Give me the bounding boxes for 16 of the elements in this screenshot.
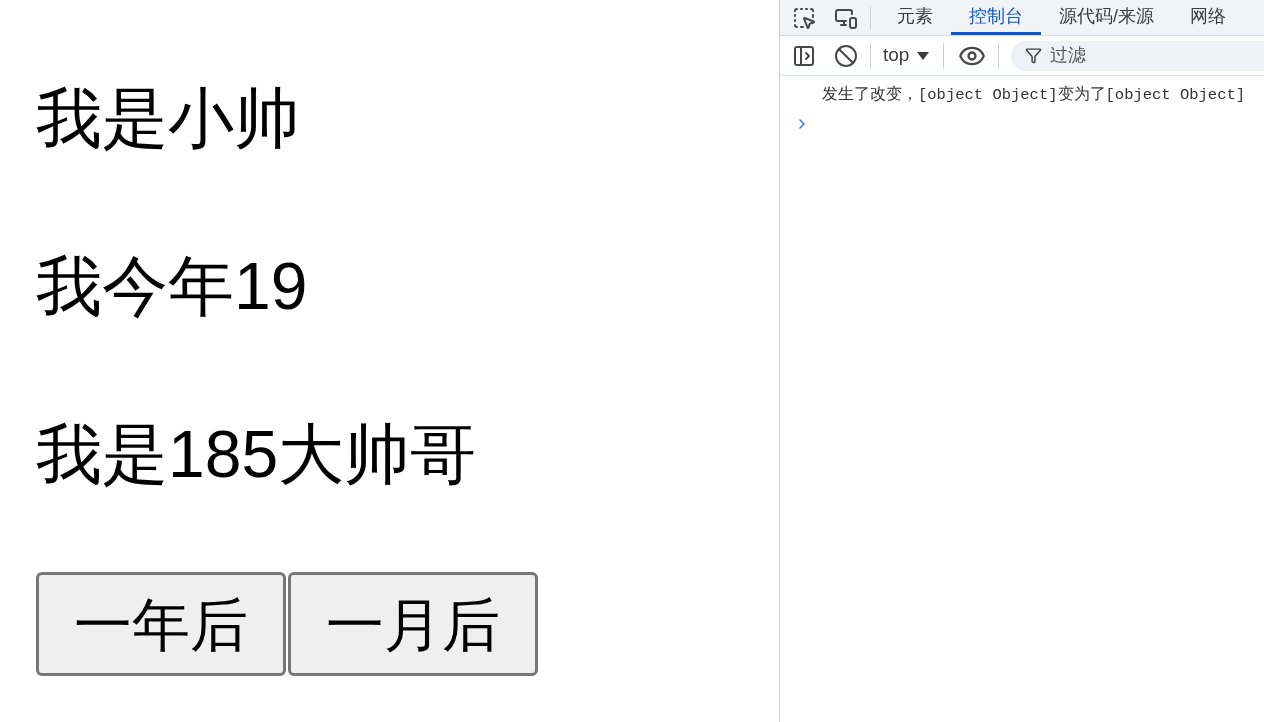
clear-console-icon[interactable] [834, 43, 858, 68]
sidebar-toggle-icon[interactable] [792, 43, 816, 68]
page-button[interactable]: 一月后 [288, 572, 538, 676]
devtools-tab[interactable]: 元素 [879, 0, 951, 35]
page-button[interactable]: 一年后 [36, 572, 286, 676]
filter-icon [1025, 46, 1043, 64]
devtools-tab[interactable]: 源代码/来源 [1041, 0, 1172, 35]
console-message: 发生了改变，[object Object]变为了[object Object] [821, 84, 1247, 106]
heading: 我是小帅 [36, 80, 301, 157]
inspect-icon[interactable] [792, 5, 816, 30]
heading: 我是185大帅哥 [36, 416, 478, 493]
context-selector[interactable]: top [883, 41, 930, 70]
filter-field[interactable]: 过滤 [1011, 40, 1264, 71]
heading: 我今年19 [36, 248, 309, 325]
devtools-tab[interactable]: 网络 [1172, 0, 1244, 35]
devtools-tab[interactable]: 控制台 [951, 0, 1041, 35]
